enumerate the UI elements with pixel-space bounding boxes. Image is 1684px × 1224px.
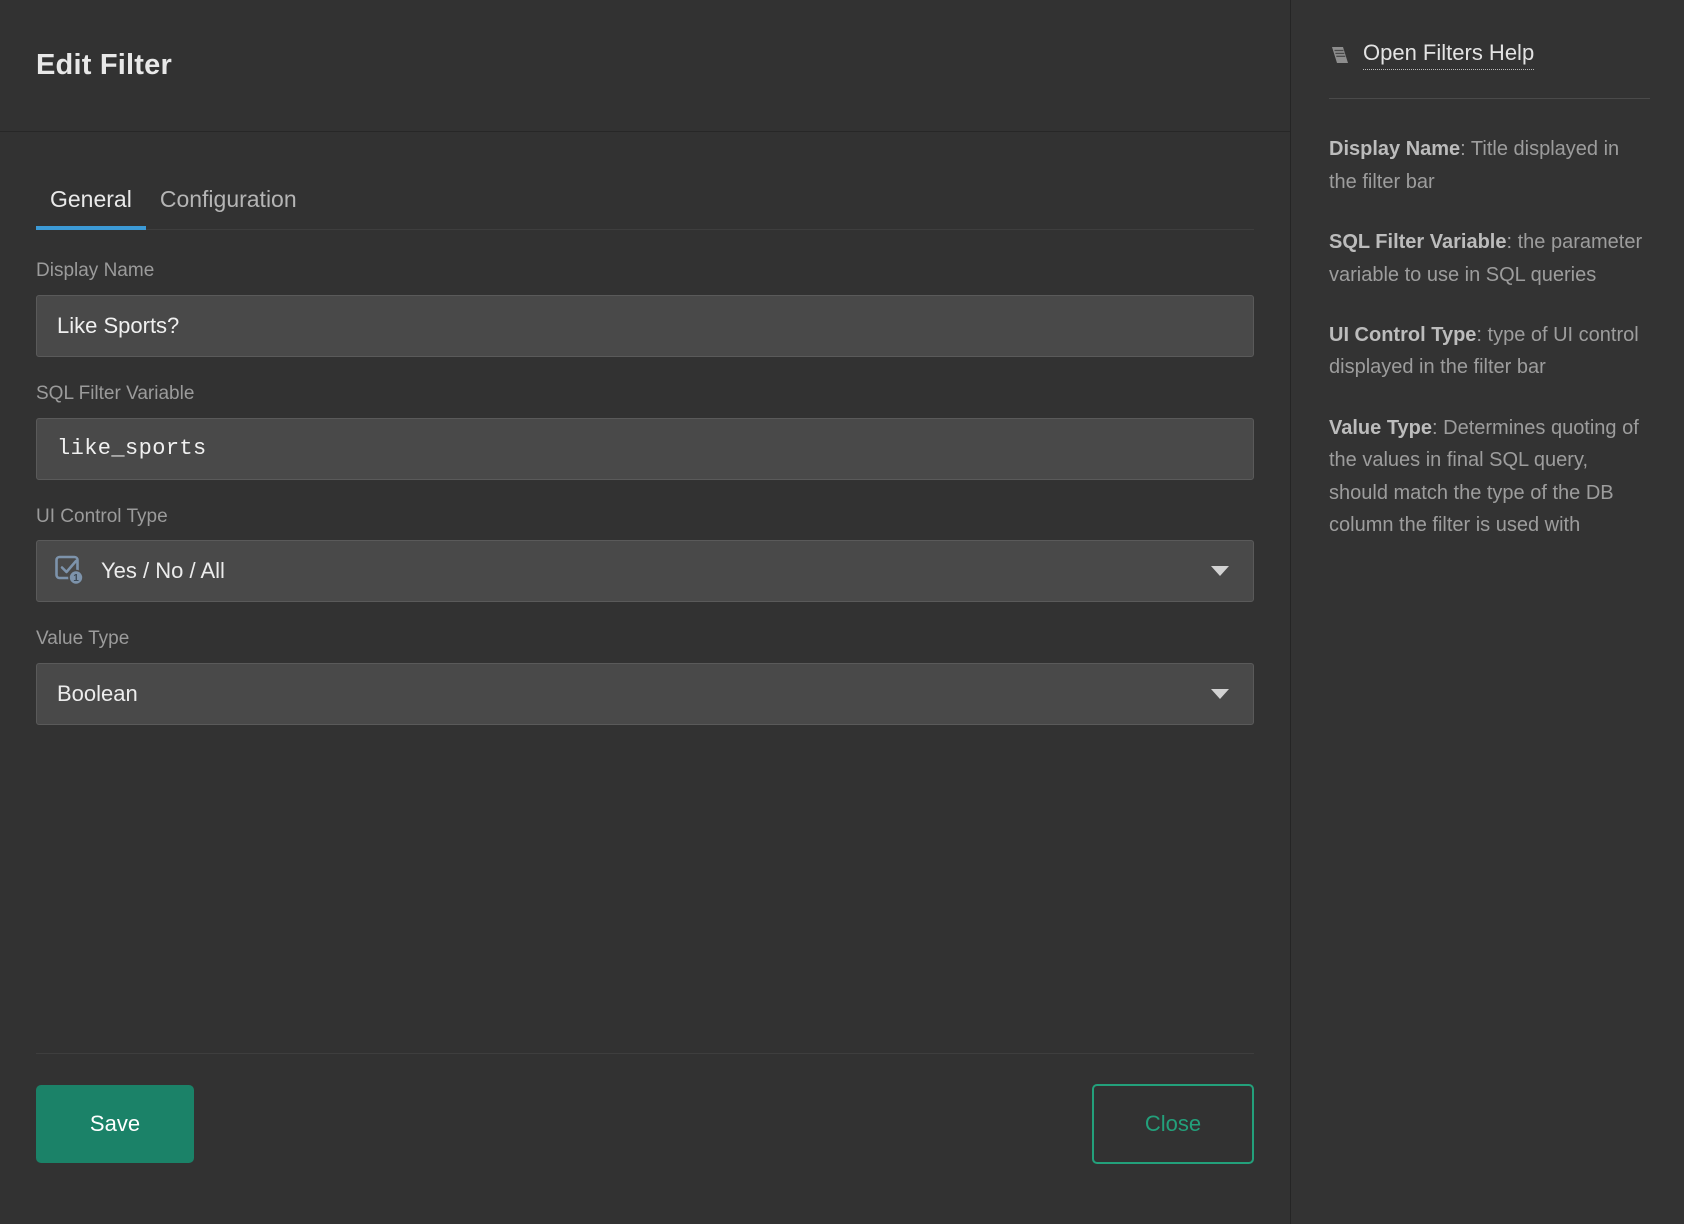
tab-configuration[interactable]: Configuration bbox=[146, 188, 311, 229]
ui-control-type-value: Yes / No / All bbox=[101, 558, 225, 584]
sql-filter-variable-label: SQL Filter Variable bbox=[36, 382, 195, 404]
value-type-select[interactable]: Boolean bbox=[36, 663, 1254, 726]
display-name-label: Display Name bbox=[36, 260, 155, 281]
field-ui-control-type: UI Control Type 1 Yes / No / All bbox=[36, 506, 1254, 603]
value-type-label: Value Type bbox=[36, 628, 130, 650]
value-type-value: Boolean bbox=[57, 681, 138, 707]
book-icon bbox=[1329, 45, 1351, 65]
svg-text:1: 1 bbox=[73, 573, 79, 584]
help-item-display-name: Display Name: Title displayed in the fil… bbox=[1329, 133, 1650, 198]
checkbox-single-select-icon: 1 bbox=[53, 554, 87, 588]
help-term-value-type: Value Type bbox=[1329, 416, 1433, 439]
ui-control-type-label: UI Control Type bbox=[36, 505, 168, 527]
help-item-ui-control-type: UI Control Type: type of UI control disp… bbox=[1329, 319, 1650, 384]
help-item-sql-filter-variable: SQL Filter Variable: the parameter varia… bbox=[1329, 226, 1650, 291]
help-item-value-type: Value Type: Determines quoting of the va… bbox=[1329, 412, 1650, 542]
help-panel: Open Filters Help Display Name: Title di… bbox=[1291, 0, 1684, 1224]
ui-control-type-select[interactable]: 1 Yes / No / All bbox=[36, 540, 1254, 603]
chevron-down-icon[interactable] bbox=[1211, 566, 1229, 577]
save-button[interactable]: Save bbox=[36, 1085, 194, 1163]
open-filters-help-link[interactable]: Open Filters Help bbox=[1363, 40, 1535, 71]
dialog-body: General Configuration Display Name Like … bbox=[0, 132, 1290, 1224]
field-sql-filter-variable: SQL Filter Variable like_sports bbox=[36, 383, 1254, 480]
help-term-sql-filter-variable: SQL Filter Variable bbox=[1329, 231, 1507, 254]
sql-filter-variable-input[interactable]: like_sports bbox=[36, 417, 1254, 480]
filter-form: Display Name Like Sports? SQL Filter Var… bbox=[36, 230, 1254, 1035]
field-value-type: Value Type Boolean bbox=[36, 628, 1254, 726]
help-divider bbox=[1329, 98, 1650, 100]
main-panel: Edit Filter General Configuration Displa… bbox=[0, 0, 1291, 1224]
chevron-down-icon[interactable] bbox=[1211, 689, 1229, 700]
display-name-input[interactable]: Like Sports? bbox=[36, 294, 1254, 357]
tab-bar: General Configuration bbox=[36, 132, 1254, 230]
help-term-ui-control-type: UI Control Type bbox=[1329, 323, 1477, 346]
dialog-footer: Save Close bbox=[36, 1053, 1254, 1224]
dialog-header: Edit Filter bbox=[0, 0, 1290, 132]
close-button[interactable]: Close bbox=[1092, 1084, 1254, 1164]
open-filters-help-row[interactable]: Open Filters Help bbox=[1329, 40, 1650, 71]
tab-general[interactable]: General bbox=[36, 188, 146, 230]
help-term-display-name: Display Name bbox=[1329, 138, 1461, 161]
field-display-name: Display Name Like Sports? bbox=[36, 260, 1254, 357]
page-title: Edit Filter bbox=[36, 49, 172, 81]
edit-filter-dialog: Edit Filter General Configuration Displa… bbox=[0, 0, 1684, 1224]
